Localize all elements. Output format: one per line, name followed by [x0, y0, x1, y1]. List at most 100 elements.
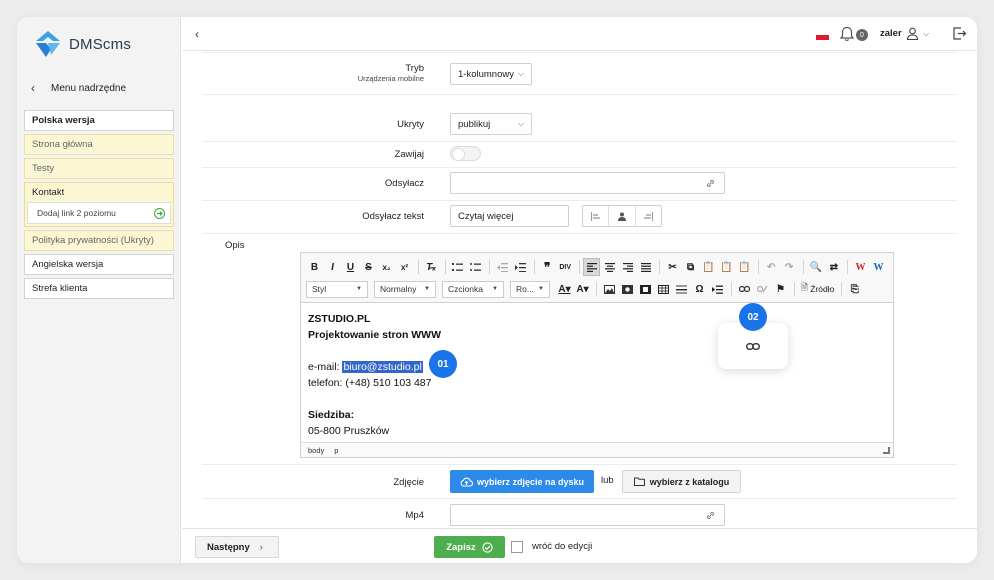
strike-button[interactable]: S: [360, 258, 377, 276]
italic-button[interactable]: I: [324, 258, 341, 276]
div-container-icon[interactable]: DIV: [557, 258, 574, 276]
numbered-list-icon[interactable]: [449, 258, 466, 276]
odsylacz-input[interactable]: [450, 172, 725, 194]
logout-icon[interactable]: [952, 26, 967, 41]
word-format-icon[interactable]: W: [870, 258, 887, 276]
remove-format-icon[interactable]: T̶ₓ: [423, 258, 440, 276]
image-icon[interactable]: [601, 280, 618, 298]
undo-icon[interactable]: ↶: [763, 258, 780, 276]
replace-icon[interactable]: ⇄: [825, 258, 842, 276]
paste-text-icon[interactable]: 📋: [718, 258, 735, 276]
redo-icon[interactable]: ↷: [781, 258, 798, 276]
sidebar-item-label: Kontakt: [32, 187, 65, 198]
zawijaj-toggle[interactable]: [450, 146, 481, 161]
font-combo[interactable]: Czcionka ▼: [442, 280, 504, 298]
choose-from-catalog-button[interactable]: wybierz z katalogu: [622, 470, 741, 493]
justify-icon[interactable]: [637, 258, 654, 276]
subscript-button[interactable]: x₂: [378, 258, 395, 276]
back-chevron-icon[interactable]: ‹: [195, 27, 199, 41]
add-circle-icon[interactable]: [154, 207, 165, 219]
polish-flag-icon[interactable]: [816, 31, 829, 40]
content-tagline: Projektowanie stron WWW: [308, 329, 442, 341]
tryb-value: 1-kolumnowy: [458, 68, 514, 80]
table-icon[interactable]: [655, 280, 672, 298]
underline-button[interactable]: U: [342, 258, 359, 276]
align-center-icon[interactable]: [601, 258, 618, 276]
upload-image-button[interactable]: wybierz zdjęcie na dysku: [450, 470, 594, 493]
return-to-edit-checkbox[interactable]: [511, 541, 523, 553]
notification-count-badge: 0: [856, 29, 868, 41]
style-combo[interactable]: Styl ▼: [306, 280, 368, 298]
odsylacz-tekst-value: Czytaj więcej: [458, 210, 514, 222]
link-icon[interactable]: [736, 280, 753, 298]
paste-from-word-icon[interactable]: W: [852, 258, 869, 276]
align-left-button[interactable]: [583, 206, 610, 226]
mp4-input[interactable]: [450, 504, 725, 526]
save-button[interactable]: Zapisz: [434, 536, 505, 558]
copy-icon[interactable]: ⧉: [682, 258, 699, 276]
sidebar-item-strefa-klienta[interactable]: Strefa klienta: [24, 278, 174, 299]
text-color-icon[interactable]: A▾: [556, 280, 573, 298]
chevron-down-icon[interactable]: ⌵: [923, 29, 929, 39]
video-icon[interactable]: [637, 280, 654, 298]
opis-label: Opis: [225, 240, 245, 251]
paste-icon[interactable]: 📋: [700, 258, 717, 276]
sidebar-item-angielska-wersja[interactable]: Angielska wersja: [24, 254, 174, 275]
logo[interactable]: DMScms: [33, 29, 131, 59]
align-right-icon[interactable]: [619, 258, 636, 276]
superscript-button[interactable]: x²: [396, 258, 413, 276]
odsylacz-tekst-input[interactable]: Czytaj więcej: [450, 205, 569, 227]
indent-icon[interactable]: [512, 258, 529, 276]
return-to-edit-label[interactable]: wróć do edycji: [532, 541, 592, 552]
path-element-p[interactable]: p: [334, 446, 338, 455]
link-icon[interactable]: [746, 342, 760, 351]
user-name[interactable]: zaler: [880, 28, 902, 39]
sidebar-item-testy[interactable]: Testy: [24, 158, 174, 179]
add-level2-label: Dodaj link 2 poziomu: [37, 208, 116, 218]
find-icon[interactable]: 🔍: [807, 258, 824, 276]
outdent-icon[interactable]: [494, 258, 511, 276]
page-break-icon[interactable]: [709, 280, 726, 298]
size-combo[interactable]: Ro... ▼: [510, 280, 550, 298]
sidebar-item-kontakt[interactable]: Kontakt: [27, 183, 171, 202]
sidebar-item-label: Polityka prywatności (Ukryty): [32, 235, 154, 246]
content-email-selected[interactable]: biuro@zstudio.pl: [342, 361, 423, 373]
horizontal-line-icon[interactable]: [673, 280, 690, 298]
special-char-icon[interactable]: Ω: [691, 280, 708, 298]
toolbar-separator: [534, 260, 535, 274]
divider: [202, 200, 957, 201]
add-level2-link[interactable]: Dodaj link 2 poziomu: [27, 202, 171, 224]
background-color-icon[interactable]: A▾: [574, 280, 591, 298]
bulleted-list-icon[interactable]: [467, 258, 484, 276]
next-button[interactable]: Następny ›: [195, 536, 279, 558]
sidebar-item-polska-wersja[interactable]: Polska wersja: [24, 110, 174, 131]
sidebar-item-strona-glowna[interactable]: Strona główna: [24, 134, 174, 155]
maximize-icon[interactable]: ⎘: [846, 280, 863, 298]
flash-icon[interactable]: [619, 280, 636, 298]
ukryty-select[interactable]: publikuj ⌵: [450, 113, 532, 135]
align-center-user-button[interactable]: [609, 206, 636, 226]
unlink-icon[interactable]: [754, 280, 771, 298]
anchor-flag-icon[interactable]: ⚑: [772, 280, 789, 298]
path-element-body[interactable]: body: [308, 446, 324, 455]
tryb-select[interactable]: 1-kolumnowy ⌵: [450, 63, 532, 85]
link-icon[interactable]: [705, 178, 716, 189]
cut-icon[interactable]: ✂: [664, 258, 681, 276]
bold-button[interactable]: B: [306, 258, 323, 276]
user-icon[interactable]: [906, 27, 919, 40]
source-button[interactable]: 🗎 Źródło: [799, 280, 836, 298]
blockquote-icon[interactable]: ❞: [539, 258, 556, 276]
sidebar-item-polityka[interactable]: Polityka prywatności (Ukryty): [24, 230, 174, 251]
align-left-icon[interactable]: [583, 258, 601, 276]
link-icon[interactable]: [705, 510, 716, 521]
paste-word-icon[interactable]: 📋: [736, 258, 753, 276]
toolbar-separator: [758, 260, 759, 274]
ukryty-label: Ukryty: [397, 119, 424, 130]
format-combo[interactable]: Normalny ▼: [374, 280, 436, 298]
content-seat-line1: 05-800 Pruszków: [308, 425, 390, 437]
form-footer: Następny › Zapisz wróć do edycji: [182, 528, 977, 563]
parent-menu-link[interactable]: ‹ Menu nadrzędne: [17, 77, 181, 99]
bell-icon[interactable]: [838, 25, 856, 43]
align-right-button[interactable]: [636, 206, 661, 226]
resize-handle-icon[interactable]: [883, 447, 890, 454]
